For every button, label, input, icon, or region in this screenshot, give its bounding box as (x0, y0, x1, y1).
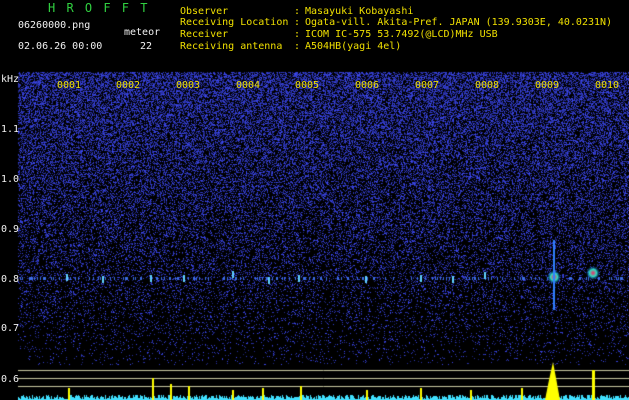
meteor-count: 22 (140, 41, 153, 52)
y-tick-label: 0.7 (1, 323, 20, 334)
y-tick-label: 0.6 (1, 374, 20, 385)
time-marker: 0005 (295, 80, 320, 91)
antenna-value: A504HB(yagi 4el) (305, 41, 402, 52)
time-marker: 0010 (595, 80, 620, 91)
observer-sep: : (294, 6, 301, 17)
receiver-label: Receiver (180, 29, 229, 40)
spectrogram-canvas (0, 0, 629, 400)
time-marker: 0009 (535, 80, 560, 91)
observer-label: Observer (180, 6, 229, 17)
observer-value: Masayuki Kobayashi (305, 6, 414, 17)
antenna-sep: : (294, 41, 301, 52)
y-tick-label: 1.1 (1, 124, 20, 135)
y-tick-label: 0.9 (1, 224, 20, 235)
time-marker: 0003 (176, 80, 201, 91)
time-marker: 0001 (57, 80, 82, 91)
location-label: Receiving Location (180, 17, 289, 28)
time-marker: 0004 (236, 80, 261, 91)
location-sep: : (294, 17, 301, 28)
time-marker: 0002 (116, 80, 141, 91)
unit-label: kHz (1, 74, 20, 85)
filename-label: 06260000.png (18, 20, 91, 31)
receiver-sep: : (294, 29, 301, 40)
antenna-label: Receiving antenna (180, 41, 283, 52)
y-tick-label: 1.0 (1, 174, 20, 185)
time-marker: 0008 (475, 80, 500, 91)
location-value: Ogata-vill. Akita-Pref. JAPAN (139.9303E… (305, 17, 613, 28)
time-marker: 0006 (355, 80, 380, 91)
receiver-value: ICOM IC-575 53.7492(@LCD)MHz USB (305, 29, 498, 40)
time-marker: 0007 (415, 80, 440, 91)
y-tick-label: 0.8 (1, 274, 20, 285)
meteor-label: meteor (124, 27, 161, 38)
datetime-label: 02.06.26 00:00 (18, 41, 103, 52)
app-title: H R O F F T (48, 1, 150, 15)
